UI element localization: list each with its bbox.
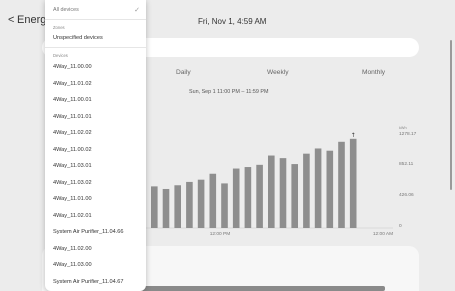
peak-marker: ↑ <box>351 132 356 139</box>
device-item[interactable]: System Air Purifier_11.04.67 <box>45 274 146 291</box>
tab-daily[interactable]: Daily <box>176 69 191 76</box>
y-tick-label: 426.06 <box>399 192 414 198</box>
page-scrollbar[interactable] <box>450 40 452 190</box>
page-title: Energ <box>17 14 47 26</box>
bar[interactable] <box>279 158 287 228</box>
bar[interactable] <box>221 183 228 228</box>
bar[interactable] <box>209 173 217 228</box>
bar[interactable] <box>326 150 334 228</box>
device-item[interactable]: 4Way_11.00.01 <box>45 92 146 109</box>
device-item[interactable]: 4Way_11.02.00 <box>45 241 146 258</box>
dropdown-selected-label: All devices <box>53 6 79 13</box>
x-tick-label: 12:00 PM <box>210 231 231 237</box>
device-item[interactable]: 4Way_11.03.02 <box>45 175 146 192</box>
bar[interactable] <box>314 148 322 228</box>
bar[interactable] <box>244 167 252 228</box>
tab-weekly[interactable]: Weekly <box>267 69 289 76</box>
zone-item[interactable]: Unspecified devices <box>45 31 146 45</box>
bar[interactable] <box>162 188 170 228</box>
y-tick-label: 1278.17 <box>399 131 417 137</box>
device-item[interactable]: 4Way_11.01.01 <box>45 109 146 126</box>
device-item[interactable]: 4Way_11.02.02 <box>45 125 146 142</box>
dropdown-header[interactable]: All devices ✓ <box>45 0 146 20</box>
bar[interactable] <box>291 164 298 228</box>
bar[interactable] <box>151 186 158 228</box>
device-item[interactable]: 4Way_11.03.00 <box>45 257 146 274</box>
bar[interactable] <box>186 181 193 228</box>
bar[interactable] <box>338 141 345 228</box>
device-item[interactable]: 4Way_11.03.01 <box>45 158 146 175</box>
time-range-label: Sun, Sep 1 11:00 PM – 11:59 PM <box>189 89 269 95</box>
tab-monthly[interactable]: Monthly <box>362 69 385 76</box>
bar[interactable] <box>232 168 240 228</box>
bar[interactable] <box>303 153 310 228</box>
device-item[interactable]: 4Way_11.02.01 <box>45 208 146 225</box>
check-icon: ✓ <box>134 6 140 14</box>
zones-section-label: Zones <box>53 25 65 30</box>
back-icon[interactable]: < <box>8 14 14 26</box>
device-item[interactable]: 4Way_11.01.02 <box>45 76 146 93</box>
devices-section-label: Devices <box>53 53 68 58</box>
device-item[interactable]: 4Way_11.00.00 <box>45 59 146 76</box>
device-item[interactable]: 4Way_11.00.02 <box>45 142 146 159</box>
device-dropdown: All devices ✓ Zones Unspecified devices … <box>45 0 146 291</box>
bar[interactable] <box>256 164 263 228</box>
y-unit-label: kWh <box>399 126 407 130</box>
device-item[interactable]: 4Way_11.01.00 <box>45 191 146 208</box>
datetime-label: Fri, Nov 1, 4:59 AM <box>198 17 267 26</box>
bar[interactable] <box>197 179 205 228</box>
x-tick-label: 12:00 AM <box>373 231 393 237</box>
horizontal-slider[interactable] <box>140 286 385 291</box>
device-item[interactable]: System Air Purifier_11.04.66 <box>45 224 146 241</box>
y-tick-label: 852.11 <box>399 161 414 167</box>
bar[interactable] <box>349 138 357 228</box>
bar[interactable] <box>174 185 181 228</box>
bar[interactable] <box>268 155 275 228</box>
y-tick-label: 0 <box>399 223 402 229</box>
